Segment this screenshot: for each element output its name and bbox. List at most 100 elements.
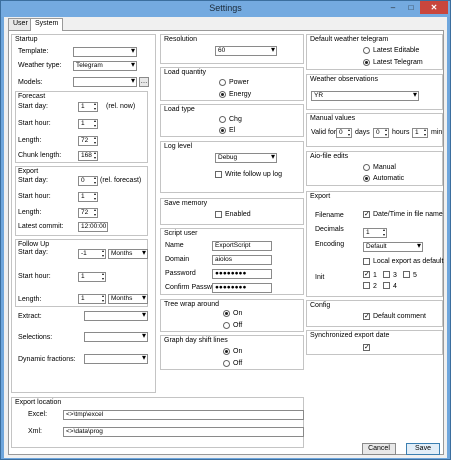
follow-up-log-checkbox[interactable] [215,171,222,178]
tree-wrap-off-label: Off [233,322,243,329]
forecast-start-day-spinner[interactable]: 1 [78,102,98,112]
selections-select[interactable] [84,332,148,342]
tab-system[interactable]: System [30,18,64,31]
load-quantity-power-radio[interactable] [219,79,226,86]
extract-select[interactable] [84,311,148,321]
export-length-label: Length: [18,209,42,216]
graph-shift-off-label: Off [233,360,243,367]
xml-path-input[interactable]: <>\data\prog [63,427,304,437]
follow-up-length-spinner[interactable]: 1 [78,294,106,304]
minimize-button[interactable]: – [384,1,402,14]
init-2-checkbox[interactable] [363,282,370,289]
valid-min-spinner[interactable]: 1 [412,128,428,138]
excel-path-input[interactable]: <>\tmp\excel [63,410,304,420]
latest-telegram-radio[interactable] [363,59,370,66]
forecast-length-spinner[interactable]: 72 [78,136,98,146]
follow-up-group: Follow Up Start day: -1 Months Start hou… [15,239,148,307]
export-start-hour-spinner[interactable]: 1 [78,192,98,202]
graph-shift-on-radio[interactable] [223,348,230,355]
save-memory-enabled-checkbox[interactable] [215,211,222,218]
valid-hours-spinner[interactable]: 0 [373,128,389,138]
days-label: days [355,129,370,136]
script-user-title: Script user [164,230,198,237]
follow-up-start-day-spinner[interactable]: -1 [78,249,106,259]
startup-title: Startup [15,36,38,43]
forecast-chunk-length-spinner[interactable]: 168 [78,151,98,161]
init-4-checkbox[interactable] [383,282,390,289]
script-user-password-input[interactable]: ●●●●●●●● [212,269,272,279]
config-title: Config [310,302,331,309]
graph-shift-on-label: On [233,348,243,355]
dynamic-fractions-select[interactable] [84,354,148,364]
valid-for-label: Valid for [311,129,337,136]
valid-days-spinner[interactable]: 0 [336,128,352,138]
load-quantity-title: Load quantity [164,69,207,76]
models-more-button[interactable]: … [139,77,149,87]
client-area: User System Startup Template: Weather ty… [4,17,447,458]
forecast-start-day-label: Start day: [18,103,48,110]
load-type-el-radio[interactable] [219,127,226,134]
startup-group: Startup Template: Weather type: Telegram… [11,34,156,393]
save-memory-title: Save memory [164,200,208,207]
latest-editable-radio[interactable] [363,47,370,54]
follow-up-title: Follow Up [18,241,50,248]
date-time-filename-label: Date/Time in file name [373,211,443,218]
export-left-title: Export [18,168,39,175]
date-time-filename-checkbox[interactable]: ✓ [363,211,370,218]
cancel-button[interactable]: Cancel [362,443,396,455]
close-button[interactable]: ✕ [420,1,448,14]
decimals-label: Decimals [315,226,344,233]
manual-values-title: Manual values [310,115,356,122]
script-user-confirm-input[interactable]: ●●●●●●●● [212,283,272,293]
default-comment-checkbox[interactable]: ✓ [363,313,370,320]
log-level-select[interactable]: Debug [215,153,277,163]
export-start-day-spinner[interactable]: 0 [78,176,98,186]
graph-shift-off-radio[interactable] [223,360,230,367]
system-panel: Startup Template: Weather type: Telegram… [8,30,444,455]
encoding-select[interactable]: Default [363,242,423,252]
load-type-chg-label: Chg [229,116,242,123]
default-comment-label: Default comment [373,313,426,320]
export-length-spinner[interactable]: 72 [78,208,98,218]
init-2-label: 2 [373,283,377,290]
follow-up-length-unit[interactable]: Months [108,294,148,304]
load-type-el-label: El [229,127,236,134]
maximize-button[interactable]: □ [402,1,420,14]
aio-manual-radio[interactable] [363,164,370,171]
aio-manual-label: Manual [373,164,396,171]
load-type-title: Load type [164,106,195,113]
local-export-checkbox[interactable] [363,258,370,265]
tree-wrap-off-radio[interactable] [223,322,230,329]
init-5-checkbox[interactable] [403,271,410,278]
load-quantity-group: Load quantity Power Energy [160,67,304,101]
models-select[interactable] [73,77,137,87]
sync-export-checkbox[interactable]: ✓ [363,344,370,351]
decimals-spinner[interactable]: 1 [363,228,387,238]
init-5-label: 5 [413,272,417,279]
encoding-label: Encoding [315,241,345,248]
forecast-start-hour-spinner[interactable]: 1 [78,119,98,129]
export-start-hour-label: Start hour: [18,193,51,200]
template-select[interactable] [73,47,137,57]
dynamic-fractions-label: Dynamic fractions: [18,356,76,363]
resolution-select[interactable]: 60 [215,46,277,56]
local-export-label: Local export as default [373,258,444,265]
init-3-checkbox[interactable] [383,271,390,278]
tree-wrap-on-radio[interactable] [223,310,230,317]
follow-up-start-hour-spinner[interactable]: 1 [78,272,106,282]
follow-up-start-day-unit[interactable]: Months [108,249,148,259]
save-button[interactable]: Save [406,443,440,455]
init-1-checkbox[interactable]: ✓ [363,271,370,278]
load-type-chg-radio[interactable] [219,116,226,123]
weather-observations-select[interactable]: YR [311,91,419,101]
weather-type-select[interactable]: Telegram [73,61,137,71]
aio-automatic-radio[interactable] [363,175,370,182]
latest-commit-input[interactable]: 12:00:00 [78,222,108,232]
export-start-day-note: (rel. forecast) [100,177,142,184]
follow-up-length-label: Length: [18,296,42,303]
extract-label: Extract: [18,313,42,320]
load-quantity-energy-radio[interactable] [219,91,226,98]
script-user-name-input[interactable]: ExportScript [212,241,272,251]
forecast-start-hour-label: Start hour: [18,120,51,127]
script-user-domain-input[interactable]: aiolos [212,255,272,265]
